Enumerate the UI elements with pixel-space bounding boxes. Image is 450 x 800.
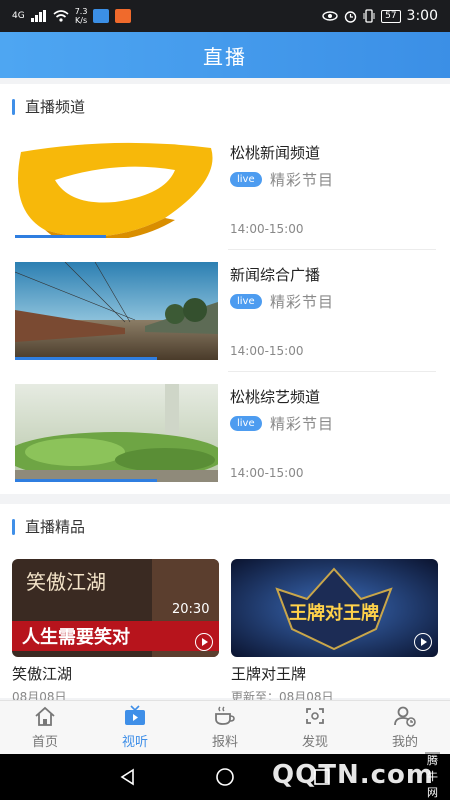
tab-discover[interactable]: 发现 bbox=[270, 701, 360, 754]
program-card[interactable]: 王牌对王牌 王牌对王牌 更新至：08月08日 bbox=[231, 559, 438, 705]
tab-label: 发现 bbox=[301, 735, 328, 750]
tv-icon bbox=[125, 705, 145, 725]
live-badge: live bbox=[230, 416, 262, 431]
premium-grid: 笑傲江湖 20:30 人生需要笑对 笑傲江湖 08月08日 王牌对王牌 王牌对王… bbox=[0, 548, 450, 704]
clock: 3:00 bbox=[406, 8, 438, 24]
channel-name: 松桃综艺频道 bbox=[230, 388, 321, 406]
cell-signal-icon bbox=[30, 10, 46, 22]
section-marker bbox=[12, 518, 15, 535]
garden-scene-image bbox=[15, 384, 218, 482]
svg-text:人生需要笑对: 人生需要笑对 bbox=[22, 626, 130, 648]
watermark-brand: QQTN.com bbox=[272, 760, 434, 790]
tab-report[interactable]: 报料 bbox=[180, 701, 270, 754]
tab-profile[interactable]: 我的 bbox=[360, 701, 450, 754]
channel-tag: 精彩节目 bbox=[270, 415, 335, 433]
live-badge: live bbox=[230, 294, 262, 309]
vibrate-icon bbox=[363, 9, 375, 23]
svg-text:20:30: 20:30 bbox=[172, 602, 209, 617]
eye-icon bbox=[322, 11, 338, 21]
section-title: 直播精品 bbox=[25, 518, 86, 536]
title-bar: 直播 bbox=[0, 32, 450, 78]
poster-image: 王牌对王牌 bbox=[231, 559, 438, 657]
channel-tag: 精彩节目 bbox=[270, 171, 335, 189]
section-header-live-channels: 直播频道 bbox=[0, 84, 450, 130]
channel-time: 14:00-15:00 bbox=[230, 344, 304, 358]
program-poster[interactable]: 王牌对王牌 bbox=[231, 559, 438, 657]
channel-logo-image bbox=[15, 140, 218, 238]
channel-row[interactable]: 松桃新闻频道 live 精彩节目 14:00-15:00 bbox=[0, 128, 450, 250]
progress-bar bbox=[15, 235, 107, 238]
status-bar: 4G 7.3 K/s 57 3:00 bbox=[0, 0, 450, 32]
home-circle-icon[interactable] bbox=[215, 767, 235, 787]
network-speed: 7.3 K/s bbox=[74, 7, 88, 25]
bottom-tab-bar: 首页 视听 报料 发现 我的 bbox=[0, 700, 450, 754]
poster-image: 笑傲江湖 20:30 人生需要笑对 bbox=[12, 559, 219, 657]
program-title: 王牌对王牌 bbox=[231, 665, 307, 683]
program-poster[interactable]: 笑傲江湖 20:30 人生需要笑对 bbox=[12, 559, 219, 657]
back-icon[interactable] bbox=[119, 768, 137, 786]
section-header-live-premium: 直播精品 bbox=[0, 504, 450, 550]
progress-bar bbox=[15, 357, 158, 360]
channel-name: 新闻综合广播 bbox=[230, 266, 321, 284]
channel-time: 14:00-15:00 bbox=[230, 222, 304, 236]
channel-list: 松桃新闻频道 live 精彩节目 14:00-15:00 新闻综合广播 live… bbox=[0, 128, 450, 494]
signal-label: 4G bbox=[12, 10, 25, 21]
battery-indicator: 57 bbox=[381, 9, 401, 23]
notification-app-icon-2 bbox=[115, 9, 132, 23]
discover-icon bbox=[306, 708, 324, 724]
channel-thumbnail[interactable] bbox=[15, 140, 218, 238]
live-badge: live bbox=[230, 172, 262, 187]
tab-home[interactable]: 首页 bbox=[0, 701, 90, 754]
tab-label: 我的 bbox=[391, 735, 418, 750]
program-title: 笑傲江湖 bbox=[12, 665, 73, 683]
alarm-icon bbox=[344, 10, 357, 23]
tab-label: 视听 bbox=[121, 735, 148, 750]
tab-label: 报料 bbox=[211, 735, 238, 750]
play-icon[interactable] bbox=[195, 633, 213, 651]
channel-thumbnail[interactable] bbox=[15, 384, 218, 482]
channel-name: 松桃新闻频道 bbox=[230, 144, 321, 162]
tab-audio-video[interactable]: 视听 bbox=[90, 701, 180, 754]
program-card[interactable]: 笑傲江湖 20:30 人生需要笑对 笑傲江湖 08月08日 bbox=[12, 559, 219, 705]
home-icon bbox=[35, 706, 55, 726]
svg-text:王牌对王牌: 王牌对王牌 bbox=[289, 602, 379, 624]
channel-time: 14:00-15:00 bbox=[230, 466, 304, 480]
page-title: 直播 bbox=[203, 44, 247, 69]
cup-icon bbox=[215, 706, 235, 725]
channel-tag: 精彩节目 bbox=[270, 293, 335, 311]
channel-thumbnail[interactable] bbox=[15, 262, 218, 360]
profile-icon bbox=[394, 706, 416, 727]
section-title: 直播频道 bbox=[25, 98, 86, 116]
channel-row[interactable]: 松桃综艺频道 live 精彩节目 14:00-15:00 bbox=[0, 372, 450, 494]
section-marker bbox=[12, 98, 15, 115]
wifi-icon bbox=[53, 10, 69, 22]
tab-label: 首页 bbox=[31, 735, 58, 750]
progress-bar bbox=[15, 479, 158, 482]
street-scene-image bbox=[15, 262, 218, 360]
play-icon[interactable] bbox=[414, 633, 432, 651]
channel-row[interactable]: 新闻综合广播 live 精彩节目 14:00-15:00 bbox=[0, 250, 450, 372]
svg-text:笑傲江湖: 笑傲江湖 bbox=[26, 570, 106, 594]
notification-app-icon bbox=[93, 9, 110, 23]
